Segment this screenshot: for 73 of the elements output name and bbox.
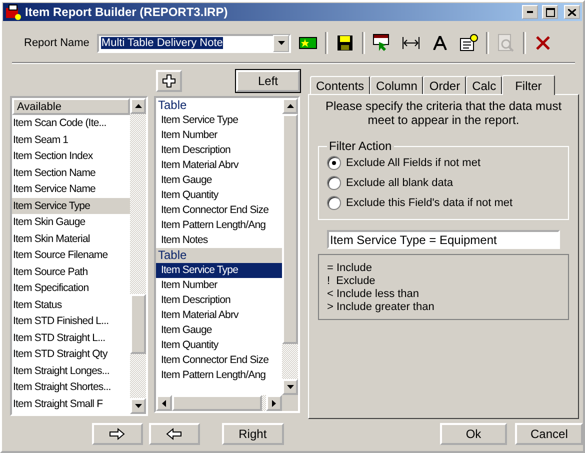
- scroll-corner: [282, 395, 298, 411]
- up-arrow-icon: [286, 104, 294, 108]
- list-item[interactable]: Item Scan Code (Ite...: [12, 115, 130, 132]
- legend-text: = Include: [327, 262, 373, 274]
- cancel-button[interactable]: Cancel: [515, 423, 584, 445]
- list-item[interactable]: Item Status: [12, 296, 130, 313]
- down-arrow-icon: [278, 41, 285, 45]
- tab[interactable]: Order: [423, 76, 466, 94]
- right-arrow-icon: [272, 400, 276, 406]
- right-button[interactable]: Right: [222, 423, 284, 445]
- close-icon: [568, 8, 576, 16]
- list-item[interactable]: Item STD Straight L...: [12, 330, 130, 346]
- list-item[interactable]: Item Section Index: [12, 148, 130, 164]
- add-button[interactable]: [156, 70, 182, 92]
- down-arrow-icon: [134, 404, 142, 408]
- radio-label[interactable]: Exclude this Field's data if not met: [346, 197, 513, 209]
- left-button[interactable]: Left: [236, 70, 300, 92]
- tab[interactable]: Calc: [466, 76, 502, 94]
- list-item[interactable]: Item Service Name: [12, 181, 130, 198]
- window-title: Item Report Builder (REPORT3.IRP): [25, 5, 229, 19]
- list-item[interactable]: Item Straight Shortes...: [12, 379, 130, 396]
- radio-button[interactable]: [327, 176, 341, 190]
- table-heading[interactable]: Table: [156, 248, 282, 263]
- move-right-button[interactable]: [92, 423, 143, 445]
- left-arrow-icon: [162, 400, 166, 406]
- radio-button[interactable]: [327, 196, 341, 210]
- list-item[interactable]: Item Service Type: [12, 198, 130, 214]
- list-item[interactable]: Item STD Finished L...: [12, 313, 130, 330]
- close-button[interactable]: [564, 5, 580, 19]
- list-item[interactable]: Item Seam 1: [12, 132, 130, 148]
- minimize-button[interactable]: [522, 5, 538, 19]
- plus-icon: [162, 74, 176, 88]
- tab[interactable]: Column: [370, 76, 424, 94]
- instruction-text: Please specify the criteria that the data must meet to appear in the report.: [324, 99, 563, 127]
- list-item[interactable]: Item Straight Longes...: [12, 362, 130, 379]
- group-title: Filter Action: [328, 139, 393, 153]
- column-header[interactable]: Available: [12, 98, 130, 115]
- criteria-field[interactable]: Item Service Type = Equipment: [327, 230, 560, 249]
- scrollbar[interactable]: [130, 98, 146, 414]
- report-name-combo[interactable]: Multi Table Delivery Note: [97, 34, 292, 52]
- minimize-icon: [527, 11, 533, 13]
- report-name-label: Report Name: [24, 37, 90, 49]
- scroll-thumb[interactable]: [130, 294, 146, 354]
- list-item[interactable]: Item Specification: [12, 280, 130, 296]
- move-left-button[interactable]: [148, 423, 200, 445]
- up-arrow-icon: [134, 104, 142, 108]
- legend-text: < Include less than: [327, 288, 420, 300]
- list-item[interactable]: Item Service Type: [156, 263, 282, 278]
- list-item[interactable]: Item Skin Material: [12, 230, 130, 247]
- list-item[interactable]: Item Section Name: [12, 164, 130, 181]
- list-item[interactable]: Item Source Path: [12, 264, 130, 280]
- tab[interactable]: Contents: [310, 76, 370, 94]
- scroll-thumb[interactable]: [172, 395, 262, 411]
- right-arrow-icon: [109, 428, 126, 440]
- maximize-icon: [546, 8, 554, 16]
- tab[interactable]: Filter: [502, 75, 555, 95]
- radio-label[interactable]: Exclude all blank data: [346, 177, 454, 189]
- left-arrow-icon: [166, 428, 182, 440]
- list-item[interactable]: Item STD Straight Qty: [12, 346, 130, 362]
- horizontal-scrollbar[interactable]: [156, 395, 298, 411]
- scrollbar[interactable]: [282, 98, 298, 395]
- legend-text: ! Exclude: [327, 275, 376, 287]
- scroll-thumb[interactable]: [282, 114, 298, 344]
- down-arrow-icon: [286, 385, 294, 389]
- ok-button[interactable]: Ok: [440, 423, 508, 445]
- radio-button[interactable]: [327, 156, 341, 170]
- app-icon: [5, 4, 21, 20]
- list-item[interactable]: Item Skin Gauge: [12, 214, 130, 230]
- list-item[interactable]: Item Source Filename: [12, 247, 130, 264]
- maximize-button[interactable]: [542, 5, 558, 19]
- legend-text: > Include greater than: [327, 301, 436, 313]
- radio-label[interactable]: Exclude All Fields if not met: [346, 157, 481, 169]
- list-item[interactable]: Item Straight Small F: [12, 396, 130, 412]
